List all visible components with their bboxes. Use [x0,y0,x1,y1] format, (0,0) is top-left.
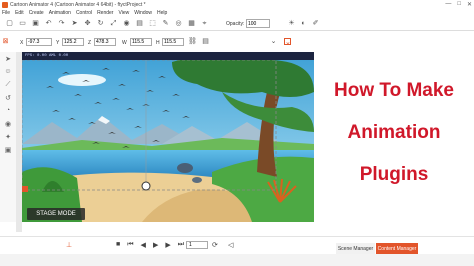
snap-icon[interactable]: ⌖ [201,20,208,27]
stage-status-text: FPS: 0.00 AML 0.00 [25,54,69,58]
next-key-icon[interactable]: ⏭ [178,241,184,249]
stage-scene [22,52,314,222]
title-line-1: How To Make [334,80,454,101]
camera-tool-icon[interactable]: ◉ [3,120,13,130]
lock-ratio-icon[interactable]: ⛓ [188,38,197,45]
eye-icon[interactable]: ◎ [175,20,182,27]
next-frame-icon[interactable]: ▶ [165,241,170,249]
x-label: X [20,40,24,46]
new-file-icon[interactable]: ▢ [6,20,13,27]
opacity-input[interactable] [246,19,270,28]
minimize-button[interactable]: — [445,1,451,8]
prev-key-icon[interactable]: ⏮ [127,241,133,249]
motion-tool-icon[interactable]: ↺ [3,94,13,104]
tab-content-manager-label: Content Manager [377,245,417,252]
menu-file[interactable]: File [2,10,10,16]
grid-icon[interactable]: ▦ [188,20,195,27]
menu-edit[interactable]: Edit [15,10,24,16]
title-bar: Cartoon Animator 4 (Cartoon Animator 4 6… [0,0,474,9]
timeline-marker-icon[interactable]: ⊥ [66,241,72,249]
transform-mode-icon[interactable]: ⊠ [2,38,9,45]
stop-icon[interactable]: ■ [116,241,120,249]
tab-content-manager[interactable]: Content Manager [376,243,418,254]
menu-control[interactable]: Control [76,10,92,16]
camera-icon[interactable]: ◉ [123,20,130,27]
menu-window[interactable]: Window [134,10,152,16]
face-tool-icon[interactable]: ◔ [3,107,13,117]
stage-viewport[interactable]: FPS: 0.00 AML 0.00 STAGE MODE [22,52,314,222]
render-icon[interactable]: ▤ [136,20,143,27]
frame-input[interactable] [186,241,208,249]
h-label: H [156,40,160,46]
left-toolbar: ➤ ☺ ⟋ ↺ ◔ ◉ ✦ ▣ [0,52,16,222]
x-input[interactable] [26,38,52,46]
play-icon[interactable]: ▶ [153,241,158,249]
key-icon[interactable]: ⌄ [284,38,291,46]
brush-icon[interactable]: ✐ [312,20,319,27]
tab-scene-manager[interactable]: Scene Manager [336,243,375,254]
menu-create[interactable]: Create [29,10,44,16]
prop-tool-icon[interactable]: ▣ [3,146,13,156]
menu-bar: File Edit Create Animation Control Rende… [0,9,474,17]
transform-icon[interactable]: ⬚ [149,20,156,27]
scale-icon[interactable]: ⤢ [110,20,117,27]
transform-toolbar: ⊠ X Y Z W H ⛓ ▤ ⌄ ⌄ [0,34,474,50]
tab-scene-manager-label: Scene Manager [337,245,374,252]
menu-help[interactable]: Help [157,10,167,16]
title-line-2: Animation [347,122,441,143]
scale-handle[interactable] [22,186,28,192]
flip-icon[interactable]: ⌄ [270,38,277,45]
light-tool-icon[interactable]: ✦ [3,133,13,143]
w-input[interactable] [130,38,152,46]
actor-tool-icon[interactable]: ☺ [3,68,13,78]
select-tool-icon[interactable]: ➤ [3,55,13,65]
playback-controls: ■ ⏮ ◀ ▶ ▶ ⏭ [116,241,184,249]
move-icon[interactable]: ✥ [84,20,91,27]
redo-icon[interactable]: ↷ [58,20,65,27]
main-toolbar: ▢ ▭ ▣ ↶ ↷ ➤ ✥ ↻ ⤢ ◉ ▤ ⬚ ✎ ◎ ▦ ⌖ Opacity:… [0,17,474,31]
rock [177,163,193,173]
undo-icon[interactable]: ↶ [45,20,52,27]
z-input[interactable] [94,38,116,46]
open-folder-icon[interactable]: ▭ [19,20,26,27]
rotate-icon[interactable]: ↻ [97,20,104,27]
w-label: W [122,40,127,46]
h-input[interactable] [162,38,184,46]
color-icon[interactable]: ◐ [300,20,307,27]
close-button[interactable]: ✕ [467,1,472,8]
status-strip [0,254,474,266]
rock [192,177,202,183]
stage-mode-button[interactable]: STAGE MODE [27,208,85,220]
y-label: Y [56,40,60,46]
menu-animation[interactable]: Animation [49,10,71,16]
maximize-button[interactable]: □ [457,1,461,8]
menu-view[interactable]: View [118,10,129,16]
loop-icon[interactable]: ⟳ [212,241,218,249]
cloud [58,74,106,86]
select-icon[interactable]: ➤ [71,20,78,27]
window-title: Cartoon Animator 4 (Cartoon Animator 4 6… [10,1,146,8]
reset-icon[interactable]: ▤ [202,38,209,45]
y-input[interactable] [62,38,84,46]
stage-mode-label: STAGE MODE [36,211,76,217]
save-icon[interactable]: ▣ [32,20,39,27]
pivot-handle[interactable] [141,181,151,191]
stage-status-bar: FPS: 0.00 AML 0.00 [22,52,314,60]
menu-render[interactable]: Render [97,10,113,16]
app-logo-icon [2,1,8,8]
title-line-3: Plugins [359,164,429,185]
pen-icon[interactable]: ✎ [162,20,169,27]
opacity-label: Opacity: [226,21,245,27]
light-icon[interactable]: ☀ [288,20,295,27]
bone-tool-icon[interactable]: ⟋ [3,81,13,91]
prev-frame-icon[interactable]: ◀ [141,241,146,249]
video-title-overlay: How To Make Animation Plugins [314,52,474,237]
window-controls: — □ ✕ [445,1,472,8]
volume-icon[interactable]: ◁ [228,241,233,249]
z-label: Z [88,40,92,46]
